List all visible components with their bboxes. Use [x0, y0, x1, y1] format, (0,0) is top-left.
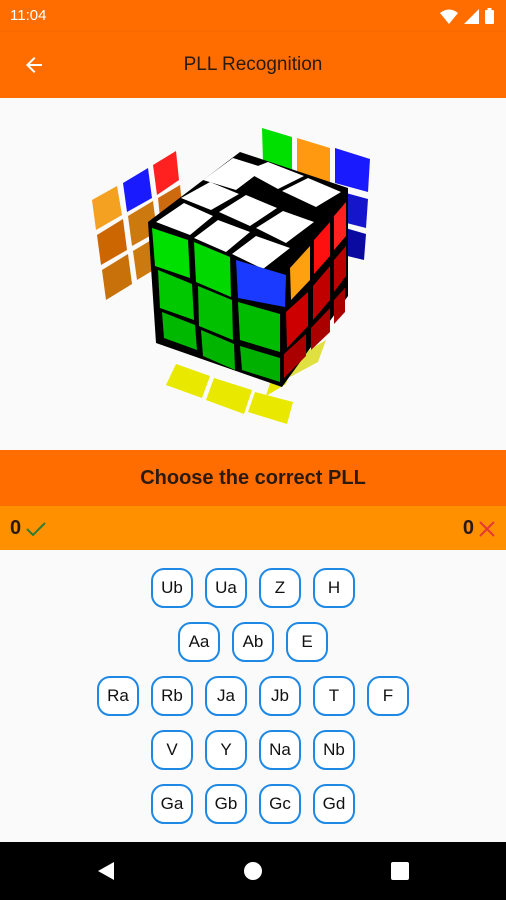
wrong-score: 0 [463, 517, 496, 540]
answer-button-na[interactable]: Na [259, 730, 301, 770]
answer-button-gd[interactable]: Gd [313, 784, 355, 824]
battery-icon [485, 8, 494, 24]
status-bar: 11:04 [0, 0, 506, 32]
answer-button-z[interactable]: Z [259, 568, 301, 608]
cube-view [0, 98, 506, 450]
nav-back-icon[interactable] [94, 859, 118, 883]
correct-count: 0 [10, 517, 22, 539]
answer-button-rb[interactable]: Rb [151, 676, 193, 716]
answer-button-h[interactable]: H [313, 568, 355, 608]
app-bar: PLL Recognition [0, 32, 506, 98]
answer-row-1: Ub Ua Z H [0, 568, 506, 608]
check-icon [26, 521, 46, 536]
answer-button-v[interactable]: V [151, 730, 193, 770]
answer-button-y[interactable]: Y [205, 730, 247, 770]
answer-button-ja[interactable]: Ja [205, 676, 247, 716]
answer-button-nb[interactable]: Nb [313, 730, 355, 770]
answer-grid: Ub Ua Z H Aa Ab E Ra Rb Ja Jb T F V Y Na… [0, 550, 506, 842]
answer-button-ra[interactable]: Ra [97, 676, 139, 716]
score-bar: 0 0 [0, 506, 506, 550]
answer-button-aa[interactable]: Aa [178, 622, 220, 662]
page-title: PLL Recognition [183, 54, 323, 75]
answer-button-e[interactable]: E [286, 622, 328, 662]
answer-row-3: Ra Rb Ja Jb T F [0, 676, 506, 716]
status-time: 11:04 [10, 7, 47, 24]
answer-button-ab[interactable]: Ab [232, 622, 274, 662]
wifi-icon [440, 9, 458, 24]
signal-icon [464, 8, 479, 24]
answer-button-ub[interactable]: Ub [151, 568, 193, 608]
answer-row-4: V Y Na Nb [0, 730, 506, 770]
answer-button-f[interactable]: F [367, 676, 409, 716]
answer-row-2: Aa Ab E [0, 622, 506, 662]
answer-button-jb[interactable]: Jb [259, 676, 301, 716]
prompt-banner: Choose the correct PLL [0, 450, 506, 506]
answer-button-ga[interactable]: Ga [151, 784, 193, 824]
nav-recents-icon[interactable] [388, 859, 412, 883]
pll-cube-illustration [92, 128, 370, 424]
system-nav-bar [0, 842, 506, 900]
answer-button-gc[interactable]: Gc [259, 784, 301, 824]
status-icons [440, 8, 494, 24]
close-icon [479, 520, 495, 537]
wrong-count: 0 [462, 517, 474, 539]
correct-score: 0 [10, 517, 47, 540]
nav-home-icon[interactable] [241, 859, 265, 883]
answer-button-gb[interactable]: Gb [205, 784, 247, 824]
answer-button-ua[interactable]: Ua [205, 568, 247, 608]
answer-row-5: Ga Gb Gc Gd [0, 784, 506, 824]
answer-button-t[interactable]: T [313, 676, 355, 716]
